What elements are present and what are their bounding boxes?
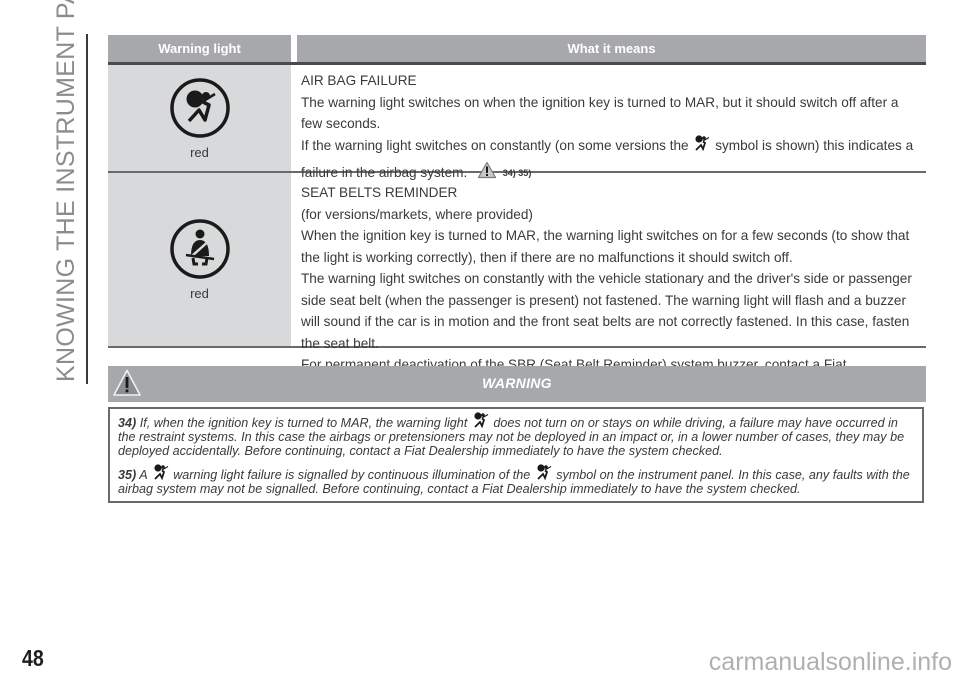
airbag-symbol-icon — [695, 134, 710, 151]
warning-lights-table: Warning light What it means red AIR BAG … — [108, 35, 926, 394]
page-number: 48 — [22, 645, 44, 671]
warning-note-34: 34) If, when the ignition key is turned … — [118, 412, 914, 459]
watermark: carmanualsonline.info — [708, 648, 952, 676]
header-what-it-means: What it means — [297, 35, 926, 62]
description-cell: AIR BAG FAILURE The warning light switch… — [291, 65, 926, 180]
warning-header: WARNING — [108, 366, 926, 402]
warning-title: WARNING — [482, 375, 552, 391]
table-row-seat-belt: red SEAT BELTS REMINDER (for versions/ma… — [108, 173, 926, 394]
side-divider — [86, 34, 88, 384]
color-label: red — [190, 144, 209, 160]
icon-cell: red — [108, 173, 291, 346]
airbag-symbol-icon — [154, 464, 168, 480]
description-text: If the warning light switches on constan… — [301, 134, 916, 157]
airbag-warning-icon — [169, 77, 230, 138]
description-text: The warning light switches on when the i… — [301, 94, 899, 132]
color-label: red — [190, 286, 209, 301]
description-text: When the ignition key is turned to MAR, … — [301, 228, 910, 265]
icon-cell: red — [108, 65, 291, 171]
section-title: KNOWING THE INSTRUMENT PANEL — [52, 0, 80, 382]
row-title: AIR BAG FAILURE — [301, 73, 417, 88]
description-cell: SEAT BELTS REMINDER (for versions/market… — [291, 173, 926, 394]
warning-notes: 34) If, when the ignition key is turned … — [108, 407, 924, 503]
row-title: SEAT BELTS REMINDER — [301, 185, 458, 200]
description-text: (for versions/markets, where provided) — [301, 206, 533, 222]
header-warning-light: Warning light — [108, 35, 291, 62]
warning-note-35: 35) A warning light failure is signalled… — [118, 464, 914, 496]
table-row-airbag: red AIR BAG FAILURE The warning light sw… — [108, 65, 926, 180]
seat-belt-warning-icon — [169, 219, 230, 279]
airbag-symbol-icon — [537, 464, 552, 480]
description-text: The warning light switches on constantly… — [301, 271, 912, 351]
airbag-symbol-icon — [474, 412, 489, 428]
table-header: Warning light What it means — [108, 35, 926, 65]
